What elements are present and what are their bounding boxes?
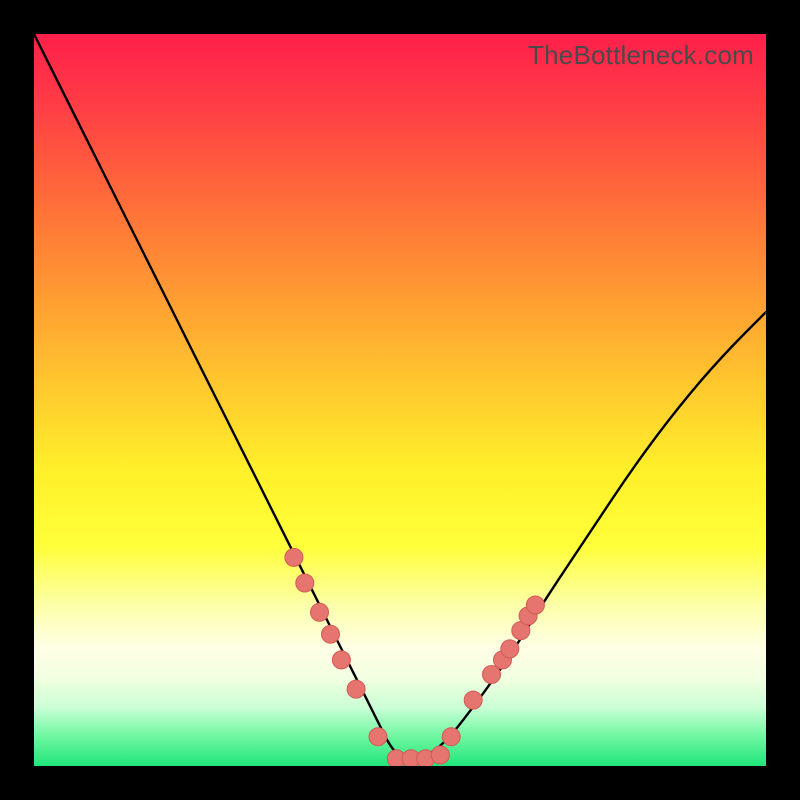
bottleneck-curve bbox=[34, 34, 766, 759]
data-marker bbox=[347, 680, 365, 698]
data-marker bbox=[332, 651, 350, 669]
data-marker bbox=[464, 691, 482, 709]
data-marker bbox=[322, 625, 340, 643]
plot-area: TheBottleneck.com bbox=[34, 34, 766, 766]
data-marker bbox=[519, 607, 537, 625]
data-marker bbox=[526, 596, 544, 614]
data-marker bbox=[402, 750, 420, 766]
data-marker bbox=[296, 574, 314, 592]
data-marker bbox=[494, 651, 512, 669]
data-marker bbox=[369, 728, 387, 746]
data-marker bbox=[417, 750, 435, 766]
data-marker bbox=[311, 603, 329, 621]
chart-svg bbox=[34, 34, 766, 766]
data-marker bbox=[512, 622, 530, 640]
data-marker bbox=[387, 750, 405, 766]
data-marker bbox=[431, 746, 449, 764]
data-marker bbox=[501, 640, 519, 658]
marker-group bbox=[285, 548, 545, 766]
data-marker bbox=[442, 728, 460, 746]
watermark-text: TheBottleneck.com bbox=[528, 40, 754, 71]
data-marker bbox=[285, 548, 303, 566]
chart-frame: TheBottleneck.com bbox=[0, 0, 800, 800]
data-marker bbox=[483, 666, 501, 684]
